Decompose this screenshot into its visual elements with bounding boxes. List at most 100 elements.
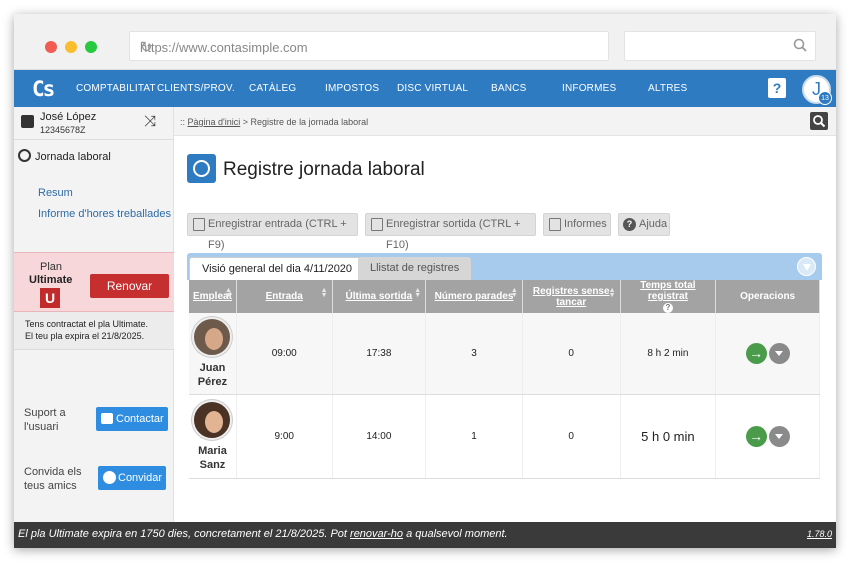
tab-records-list[interactable]: Llistat de registres — [358, 257, 472, 280]
tab-bar: Visió general del dia 4/11/2020 Llistat … — [187, 253, 822, 280]
search-button[interactable] — [810, 112, 828, 130]
chart-icon — [549, 218, 561, 231]
sidebar-item-resum[interactable]: Resum — [38, 187, 73, 199]
entry-time: 09:00 — [236, 313, 333, 395]
renew-link[interactable]: renovar-ho — [350, 528, 403, 540]
notification-badge: 13 — [818, 91, 832, 105]
plan-info: Tens contractat el pla Ultimate. El teu … — [14, 312, 174, 350]
employee-photo — [192, 400, 233, 440]
employee-first-name: Maria — [198, 445, 227, 457]
section-title-text: Jornada laboral — [35, 151, 111, 163]
mail-icon — [101, 413, 113, 424]
user-avatar[interactable]: J 13 — [802, 75, 832, 105]
expiry-message: El pla Ultimate expira en 1750 dies, con… — [18, 528, 508, 540]
operations-cell: → — [715, 394, 820, 479]
browser-window: https://www.contasimple.com ↻ Cs COMPTAB… — [14, 14, 836, 548]
operations-cell: → — [715, 313, 820, 395]
col-registres-sense-tancar-label: Registres sense tancar — [532, 285, 610, 308]
col-numero-parades-label: Número parades — [434, 291, 514, 302]
globe-icon — [103, 471, 116, 484]
plan-panel: Plan Ultimate U Renovar — [14, 252, 174, 312]
expiry-message-end: a qualsevol moment. — [403, 528, 508, 540]
arrow-right-icon[interactable]: → — [745, 342, 767, 364]
history-icon — [18, 149, 31, 162]
exit-icon — [371, 218, 383, 231]
support-label-line-1: Suport a — [24, 407, 66, 419]
minimize-window-icon[interactable] — [65, 41, 77, 53]
nav-clients[interactable]: CLIENTS/PROV. — [157, 83, 235, 94]
stops-count: 1 — [425, 394, 523, 479]
browser-search-field[interactable] — [624, 31, 816, 61]
sidebar: José López 12345678Z ⤨ Jornada laboral R… — [14, 107, 174, 522]
col-empleat[interactable]: Empleat ▲ ▼ — [189, 280, 237, 313]
renew-button[interactable]: Renovar — [90, 274, 169, 298]
browser-chrome: https://www.contasimple.com ↻ — [14, 14, 836, 70]
nav-disc-virtual[interactable]: DISC VIRTUAL — [397, 83, 468, 94]
maximize-window-icon[interactable] — [85, 41, 97, 53]
nav-comptabilitat[interactable]: COMPTABILITAT — [76, 83, 156, 94]
invite-button[interactable]: Convidar — [98, 466, 166, 490]
nav-cataleg[interactable]: CATÀLEG — [249, 83, 296, 94]
reload-icon[interactable]: ↻ — [140, 38, 600, 56]
contact-button[interactable]: Contactar — [96, 407, 168, 431]
col-temps-total-label: Temps total registrat — [640, 280, 696, 302]
filter-icon[interactable] — [797, 257, 816, 276]
reports-button[interactable]: Informes — [543, 213, 611, 236]
history-icon — [187, 154, 216, 183]
contasimple-logo[interactable]: Cs — [32, 77, 55, 101]
user-name: José López — [40, 111, 97, 123]
address-bar[interactable]: https://www.contasimple.com ↻ — [129, 31, 609, 61]
employee-first-name: Juan — [199, 362, 226, 375]
col-ultima-sortida[interactable]: Última sortida ▲ ▼ — [332, 280, 427, 313]
arrow-right-icon[interactable]: → — [745, 425, 767, 447]
help-icon[interactable]: ? — [768, 78, 786, 98]
table-row: Maria Sanz 9:00 14:00 1 0 5 h 0 min → — [189, 394, 820, 479]
chevron-down-icon[interactable] — [768, 342, 790, 364]
info-icon[interactable]: ? — [662, 303, 673, 313]
reports-label: Informes — [564, 218, 607, 230]
col-entrada[interactable]: Entrada ▲ ▼ — [236, 280, 333, 313]
nav-altres[interactable]: ALTRES — [648, 83, 687, 94]
enter-icon — [193, 218, 205, 231]
col-numero-parades[interactable]: Número parades ▲ ▼ — [425, 280, 523, 313]
question-icon: ? — [623, 218, 636, 231]
plan-label: Plan — [40, 261, 63, 273]
register-exit-label: Enregistrar sortida (CTRL + F10) — [386, 218, 521, 251]
chevron-down-icon[interactable] — [768, 425, 790, 447]
contact-card-icon — [21, 115, 34, 128]
help-button[interactable]: ? Ajuda — [618, 213, 670, 236]
switch-company-icon[interactable]: ⤨ — [144, 113, 156, 130]
nav-informes[interactable]: INFORMES — [562, 83, 616, 94]
employee-photo — [192, 317, 233, 358]
top-navigation: Cs COMPTABILITAT CLIENTS/PROV. CATÀLEG I… — [14, 70, 836, 107]
register-exit-button[interactable]: Enregistrar sortida (CTRL + F10) — [365, 213, 536, 251]
employee-cell: Juan Pérez — [189, 313, 237, 395]
nav-bancs[interactable]: BANCS — [491, 83, 526, 94]
plan-info-line-1: Tens contractat el pla Ultimate. — [25, 319, 149, 329]
stops-count: 3 — [425, 313, 523, 395]
user-panel: José López 12345678Z ⤨ — [14, 107, 174, 140]
sidebar-item-informe-hores[interactable]: Informe d'hores treballades — [38, 208, 171, 220]
version-label[interactable]: 1.78.0 — [807, 529, 832, 539]
invite-label: Convida els teus amics — [24, 465, 81, 493]
breadcrumb-current: > Registre de la jornada laboral — [240, 117, 369, 127]
sort-icon: ▲ ▼ — [224, 287, 232, 299]
breadcrumb-home-link[interactable]: Pàgina d'inici — [188, 117, 241, 127]
close-window-icon[interactable] — [45, 41, 57, 53]
plan-info-line-2: El teu pla expira el 21/8/2025. — [25, 331, 145, 341]
breadcrumb-bar: :: Pàgina d'inici > Registre de la jorna… — [174, 107, 836, 136]
sort-icon: ▲ ▼ — [510, 287, 518, 299]
nav-impostos[interactable]: IMPOSTOS — [325, 83, 379, 94]
col-registres-sense-tancar[interactable]: Registres sense tancar ▲ ▼ — [522, 280, 621, 313]
search-icon — [793, 38, 807, 52]
col-operacions: Operacions — [715, 280, 820, 313]
col-temps-total[interactable]: Temps total registrat? — [620, 280, 717, 313]
tab-daily-overview[interactable]: Visió general del dia 4/11/2020 — [189, 257, 366, 280]
table-row: Juan Pérez 09:00 17:38 3 0 8 h 2 min → — [189, 313, 820, 395]
table-header-row: Empleat ▲ ▼ Entrada ▲ ▼ Última sortida ▲ ▼ Núm… — [189, 280, 820, 313]
last-exit-time: 17:38 — [332, 313, 427, 395]
section-title: Jornada laboral — [18, 149, 111, 163]
total-time: 8 h 2 min — [620, 313, 717, 395]
page-title: Registre jornada laboral — [223, 159, 425, 180]
register-entry-button[interactable]: Enregistrar entrada (CTRL + F9) — [187, 213, 358, 251]
